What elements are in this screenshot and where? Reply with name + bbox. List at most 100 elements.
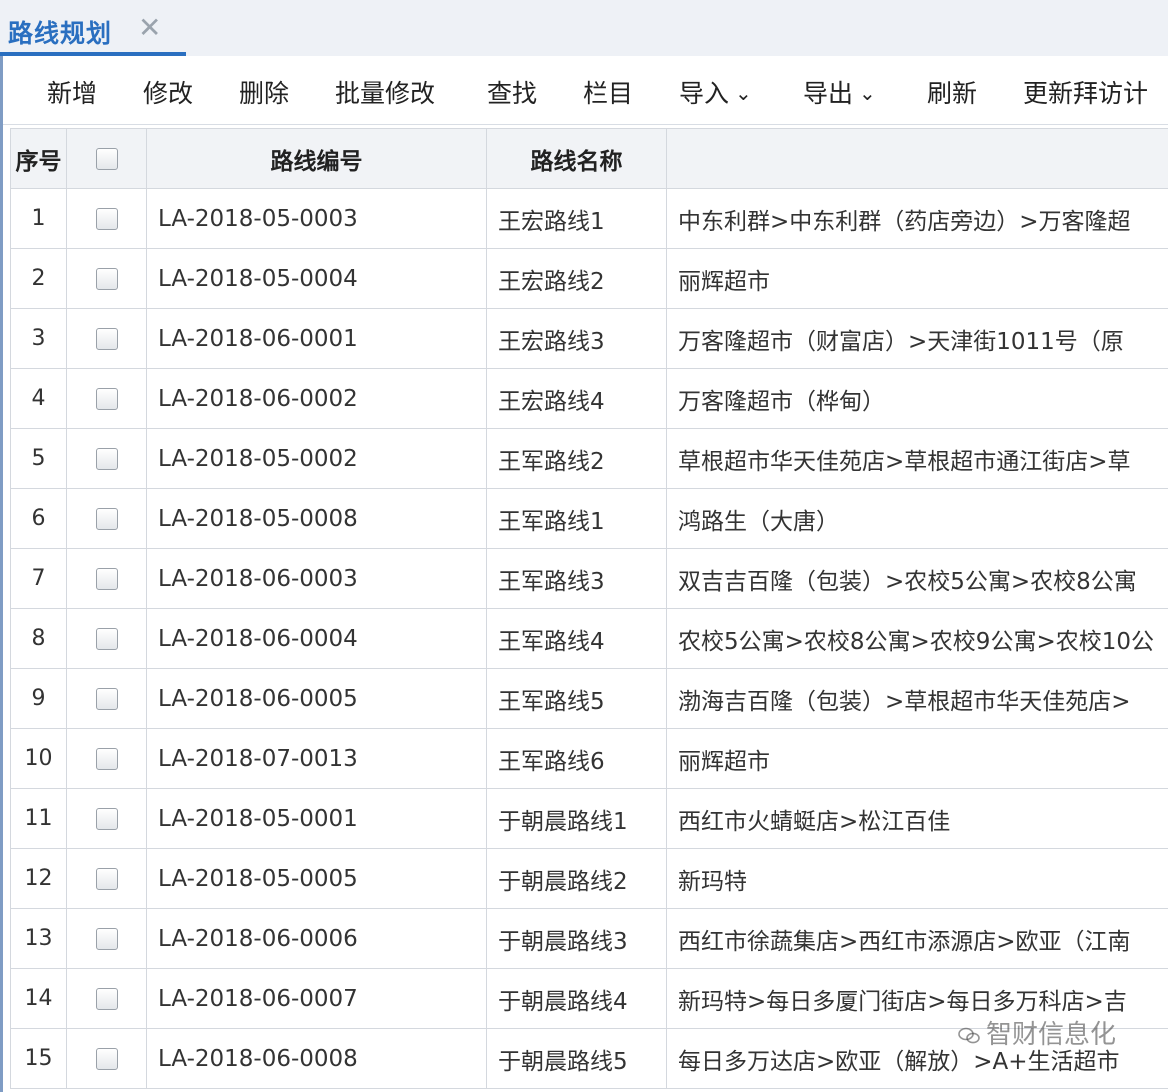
row-select[interactable] xyxy=(66,668,147,729)
export-label: 导出 xyxy=(803,79,854,108)
toolbar: 新增 修改 删除 批量修改 查找 栏目 导入 ⌄ 导出 ⌄ 刷新 更新拜访计 xyxy=(3,58,1168,125)
header-route-name[interactable]: 路线名称 xyxy=(486,128,667,189)
row-index: 9 xyxy=(10,668,67,729)
chevron-down-icon: ⌄ xyxy=(735,81,752,105)
row-checkbox[interactable] xyxy=(95,628,118,650)
table-header-row: 序号 路线编号 路线名称 xyxy=(10,128,1168,189)
row-route-name: 王军路线5 xyxy=(486,668,667,729)
edit-button[interactable]: 修改 xyxy=(143,74,193,110)
route-table: 序号 路线编号 路线名称 1 LA-2018-05-0003 王宏路线1 中东利群>中… xyxy=(10,128,1168,1089)
add-button[interactable]: 新增 xyxy=(47,74,97,110)
row-checkbox[interactable] xyxy=(95,448,118,470)
row-select[interactable] xyxy=(66,728,147,789)
row-index: 11 xyxy=(10,788,67,849)
row-route-name: 于朝晨路线1 xyxy=(486,788,667,849)
row-select[interactable] xyxy=(66,1028,147,1089)
row-select[interactable] xyxy=(66,488,147,549)
row-select[interactable] xyxy=(66,908,147,969)
row-index: 6 xyxy=(10,488,67,549)
header-select-all[interactable] xyxy=(66,128,147,189)
row-route-code: LA-2018-05-0003 xyxy=(146,188,487,249)
row-route-code: LA-2018-06-0006 xyxy=(146,908,487,969)
columns-button[interactable]: 栏目 xyxy=(583,74,633,110)
row-route-name: 王宏路线2 xyxy=(486,248,667,309)
row-checkbox[interactable] xyxy=(95,688,118,710)
export-dropdown[interactable]: 导出 ⌄ xyxy=(803,74,876,110)
row-select[interactable] xyxy=(66,428,147,489)
row-route-detail: 新玛特 xyxy=(666,848,1168,909)
header-route-detail[interactable] xyxy=(666,128,1168,189)
row-checkbox[interactable] xyxy=(95,208,118,230)
row-route-name: 王军路线4 xyxy=(486,608,667,669)
row-select[interactable] xyxy=(66,608,147,669)
row-select[interactable] xyxy=(66,368,147,429)
row-select[interactable] xyxy=(66,248,147,309)
select-all-checkbox[interactable] xyxy=(95,148,118,170)
row-checkbox[interactable] xyxy=(95,328,118,350)
table-row[interactable]: 6 LA-2018-05-0008 王军路线1 鸿路生（大唐） xyxy=(10,488,1168,549)
row-checkbox[interactable] xyxy=(95,808,118,830)
row-index: 12 xyxy=(10,848,67,909)
close-icon[interactable]: ✕ xyxy=(138,13,161,43)
batch-edit-button[interactable]: 批量修改 xyxy=(335,74,435,110)
tab-title: 路线规划 xyxy=(8,19,113,48)
row-checkbox[interactable] xyxy=(95,748,118,770)
row-select[interactable] xyxy=(66,188,147,249)
table-row[interactable]: 10 LA-2018-07-0013 王军路线6 丽辉超市 xyxy=(10,728,1168,789)
row-select[interactable] xyxy=(66,968,147,1029)
row-select[interactable] xyxy=(66,848,147,909)
row-index: 3 xyxy=(10,308,67,369)
table-row[interactable]: 5 LA-2018-05-0002 王军路线2 草根超市华天佳苑店>草根超市通江街店>… xyxy=(10,428,1168,489)
row-route-name: 王宏路线1 xyxy=(486,188,667,249)
header-route-code[interactable]: 路线编号 xyxy=(146,128,487,189)
row-checkbox[interactable] xyxy=(95,568,118,590)
update-visit-plan-button[interactable]: 更新拜访计 xyxy=(1023,74,1148,110)
table-row[interactable]: 9 LA-2018-06-0005 王军路线5 渤海吉百隆（包装）>草根超市华天佳苑店… xyxy=(10,668,1168,729)
chevron-down-icon: ⌄ xyxy=(859,81,876,105)
delete-button[interactable]: 删除 xyxy=(239,74,289,110)
row-checkbox[interactable] xyxy=(95,988,118,1010)
import-label: 导入 xyxy=(679,79,730,108)
row-route-code: LA-2018-06-0002 xyxy=(146,368,487,429)
row-route-detail: 丽辉超市 xyxy=(666,728,1168,789)
header-index: 序号 xyxy=(10,128,67,189)
table-row[interactable]: 1 LA-2018-05-0003 王宏路线1 中东利群>中东利群（药店旁边）>万客隆… xyxy=(10,188,1168,249)
tab-bar: 路线规划 ✕ xyxy=(0,0,1168,56)
row-route-name: 王军路线6 xyxy=(486,728,667,789)
row-route-detail: 万客隆超市（桦甸） xyxy=(666,368,1168,429)
table-row[interactable]: 4 LA-2018-06-0002 王宏路线4 万客隆超市（桦甸） xyxy=(10,368,1168,429)
wechat-icon xyxy=(958,1027,980,1043)
row-index: 10 xyxy=(10,728,67,789)
table-row[interactable]: 11 LA-2018-05-0001 于朝晨路线1 西红市火蜻蜓店>松江百佳 xyxy=(10,788,1168,849)
find-button[interactable]: 查找 xyxy=(487,74,537,110)
row-route-detail: 中东利群>中东利群（药店旁边）>万客隆超 xyxy=(666,188,1168,249)
row-checkbox[interactable] xyxy=(95,388,118,410)
row-checkbox[interactable] xyxy=(95,268,118,290)
row-index: 15 xyxy=(10,1028,67,1089)
row-checkbox[interactable] xyxy=(95,508,118,530)
import-dropdown[interactable]: 导入 ⌄ xyxy=(679,74,752,110)
table-row[interactable]: 8 LA-2018-06-0004 王军路线4 农校5公寓>农校8公寓>农校9公寓>农… xyxy=(10,608,1168,669)
row-route-detail: 西红市徐蔬集店>西红市添源店>欧亚（江南 xyxy=(666,908,1168,969)
table-row[interactable]: 13 LA-2018-06-0006 于朝晨路线3 西红市徐蔬集店>西红市添源店>欧亚… xyxy=(10,908,1168,969)
table-row[interactable]: 7 LA-2018-06-0003 王军路线3 双吉吉百隆（包装）>农校5公寓>农校8… xyxy=(10,548,1168,609)
row-checkbox[interactable] xyxy=(95,868,118,890)
tab-route-planning[interactable]: 路线规划 ✕ xyxy=(0,0,186,56)
row-route-name: 王宏路线3 xyxy=(486,308,667,369)
row-route-name: 王军路线3 xyxy=(486,548,667,609)
row-route-name: 王军路线1 xyxy=(486,488,667,549)
row-route-code: LA-2018-07-0013 xyxy=(146,728,487,789)
table-row[interactable]: 3 LA-2018-06-0001 王宏路线3 万客隆超市（财富店）>天津街1011号… xyxy=(10,308,1168,369)
table-row[interactable]: 12 LA-2018-05-0005 于朝晨路线2 新玛特 xyxy=(10,848,1168,909)
refresh-button[interactable]: 刷新 xyxy=(927,74,977,110)
row-checkbox[interactable] xyxy=(95,928,118,950)
row-route-code: LA-2018-06-0008 xyxy=(146,1028,487,1089)
row-select[interactable] xyxy=(66,548,147,609)
row-route-code: LA-2018-06-0007 xyxy=(146,968,487,1029)
row-checkbox[interactable] xyxy=(95,1048,118,1070)
row-route-name: 于朝晨路线4 xyxy=(486,968,667,1029)
row-select[interactable] xyxy=(66,788,147,849)
table-row[interactable]: 2 LA-2018-05-0004 王宏路线2 丽辉超市 xyxy=(10,248,1168,309)
row-route-detail: 西红市火蜻蜓店>松江百佳 xyxy=(666,788,1168,849)
row-select[interactable] xyxy=(66,308,147,369)
